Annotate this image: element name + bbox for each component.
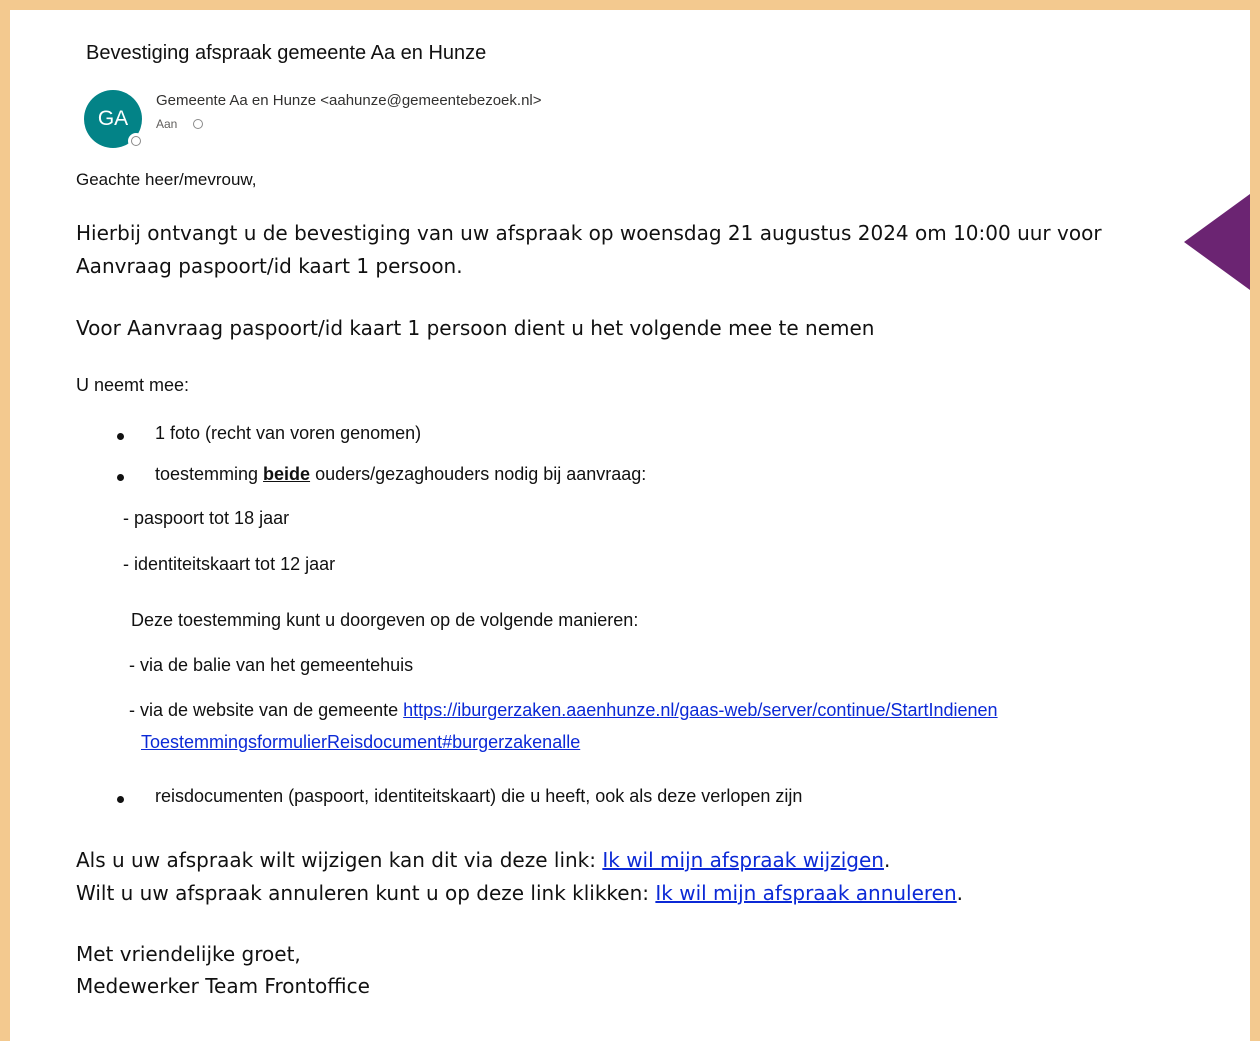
email-subject: Bevestiging afspraak gemeente Aa en Hunz… <box>86 42 487 64</box>
consent-post: ouders/gezaghouders nodig bij aanvraag: <box>310 464 647 484</box>
website-pre: - via de website van de gemeente <box>129 700 404 720</box>
recipient-status-icon <box>193 119 203 129</box>
change-line: Als u uw afspraak wilt wijzigen kan dit … <box>76 848 890 872</box>
consent-way-counter: - via de balie van het gemeentehuis <box>129 655 414 675</box>
consent-pre: toestemming <box>155 464 264 484</box>
cancel-post: . <box>956 881 964 905</box>
presence-circle-icon <box>128 133 144 149</box>
intro-line-2: Aanvraag paspoort/id kaart 1 persoon. <box>76 254 463 278</box>
to-label: Aan <box>156 117 178 131</box>
closing: Met vriendelijke groet, <box>76 942 301 966</box>
consent-form-link-cont[interactable]: ToestemmingsformulierReisdocument#burger… <box>141 732 580 753</box>
consent-intro: Deze toestemming kunt u doorgeven op de … <box>131 610 639 630</box>
consent-emphasis: beide <box>263 464 311 484</box>
bring-label: U neemt mee: <box>76 375 190 395</box>
consent-way-website: - via de website van de gemeente https:/… <box>129 700 998 721</box>
bring-line: Voor Aanvraag paspoort/id kaart 1 persoo… <box>76 316 875 340</box>
sub-item-idcard: - identiteitskaart tot 12 jaar <box>123 554 336 574</box>
email-frame: Bevestiging afspraak gemeente Aa en Hunz… <box>0 0 1260 1041</box>
bullet-icon <box>117 474 124 481</box>
consent-form-link[interactable]: https://iburgerzaken.aaenhunze.nl/gaas-w… <box>403 700 997 720</box>
cancel-appointment-link[interactable]: Ik wil mijn afspraak annuleren <box>655 881 956 905</box>
change-appointment-link[interactable]: Ik wil mijn afspraak wijzigen <box>602 848 884 872</box>
list-item-documents: reisdocumenten (paspoort, identiteitskaa… <box>155 786 803 806</box>
change-pre: Als u uw afspraak wilt wijzigen kan dit … <box>76 848 603 872</box>
change-post: . <box>883 848 891 872</box>
sender-address[interactable]: Gemeente Aa en Hunze <aahunze@gemeentebe… <box>156 92 542 109</box>
list-item-photo: 1 foto (recht van voren genomen) <box>155 423 422 443</box>
list-item-consent: toestemming beide ouders/gezaghouders no… <box>155 464 646 485</box>
arrow-left-icon <box>1184 194 1250 290</box>
bullet-icon <box>117 433 124 440</box>
intro-line-1: Hierbij ontvangt u de bevestiging van uw… <box>76 221 1102 245</box>
sub-item-passport: - paspoort tot 18 jaar <box>123 508 290 528</box>
signature: Medewerker Team Frontoffice <box>76 974 370 998</box>
avatar-initials: GA <box>97 107 129 130</box>
bullet-icon <box>117 796 124 803</box>
greeting: Geachte heer/mevrouw, <box>76 170 257 189</box>
cancel-line: Wilt u uw afspraak annuleren kunt u op d… <box>76 881 963 905</box>
cancel-pre: Wilt u uw afspraak annuleren kunt u op d… <box>76 881 656 905</box>
